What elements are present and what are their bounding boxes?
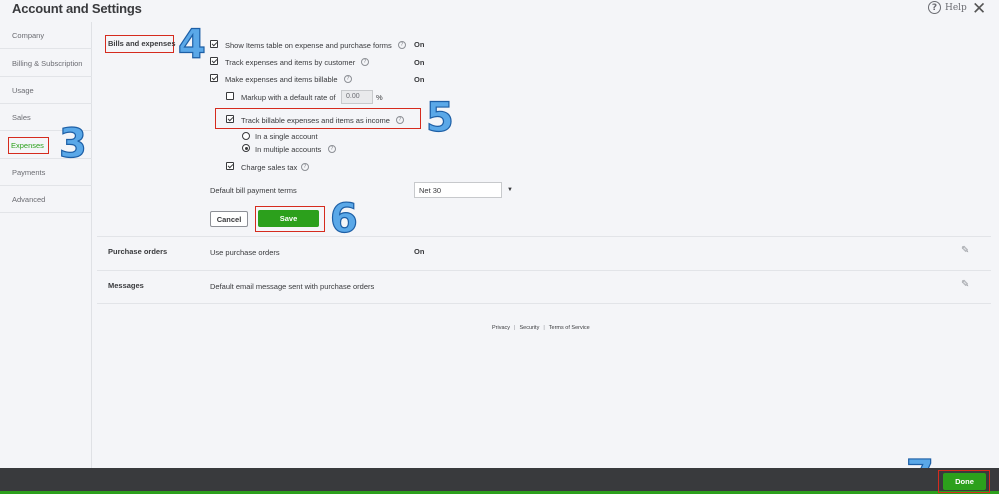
settings-sidebar: Company Billing & Subscription Usage Sal… [0,22,92,468]
multiple-accounts-label: In multiple accounts [255,145,322,154]
settings-main-panel: Bills and expenses Show Items table on e… [93,22,999,468]
pencil-edit-icon[interactable]: ✎ [961,279,969,290]
show-items-table-checkbox[interactable] [210,40,218,48]
help-question-icon[interactable]: ? [344,75,352,83]
markup-rate-input[interactable]: 0.00 [341,90,373,104]
close-icon[interactable]: ✕ [972,0,986,19]
section-label-bills-expenses: Bills and expenses [108,39,176,48]
sidebar-item-label: Advanced [12,194,46,204]
markup-checkbox[interactable] [226,92,234,100]
markup-label: Markup with a default rate of [241,93,336,102]
payment-terms-label: Default bill payment terms [210,186,297,195]
sidebar-item-billing-subscription[interactable]: Billing & Subscription [0,50,92,77]
cancel-button[interactable]: Cancel [210,211,248,227]
divider [97,303,991,304]
save-button[interactable]: Save [258,210,319,227]
page-title: Account and Settings [12,1,142,16]
help-question-icon[interactable]: ? [328,145,336,153]
footer-separator: | [514,325,516,331]
divider [97,270,991,271]
sales-tax-checkbox[interactable] [226,162,234,170]
bottom-action-bar: Done [0,468,999,494]
track-by-customer-label: Track expenses and items by customer [225,58,356,67]
sidebar-item-company[interactable]: Company [0,22,92,49]
make-billable-checkbox[interactable] [210,74,218,82]
multiple-accounts-radio[interactable] [242,144,250,152]
sidebar-item-label: Sales [12,112,31,122]
footer-separator: | [543,325,545,331]
sidebar-item-label: Expenses [8,136,49,154]
title-bar: Account and Settings ? Help ✕ [0,0,999,19]
single-account-label: In a single account [255,132,318,141]
section-label-purchase-orders: Purchase orders [108,247,168,256]
step-annotation-3: 3 [58,121,87,167]
single-account-radio[interactable] [242,132,250,140]
terms-link[interactable]: Terms of Service [549,325,590,331]
help-question-icon[interactable]: ? [396,116,404,124]
status-on: On [414,247,425,256]
pencil-edit-icon[interactable]: ✎ [961,245,969,256]
sidebar-item-label: Billing & Subscription [12,58,83,68]
show-items-table-label: Show Items table on expense and purchase… [225,41,392,50]
help-link[interactable]: ? Help [928,1,967,14]
sidebar-item-label: Payments [12,167,46,177]
help-question-icon[interactable]: ? [301,163,309,171]
make-billable-label: Make expenses and items billable [225,75,338,84]
sidebar-item-label: Company [12,30,45,40]
status-on: On [414,58,425,67]
track-by-customer-checkbox[interactable] [210,57,218,65]
track-as-income-label: Track billable expenses and items as inc… [241,116,390,125]
default-email-message-label: Default email message sent with purchase… [210,282,375,291]
use-purchase-orders-label: Use purchase orders [210,248,280,257]
payment-terms-select[interactable]: Net 30 [414,182,502,198]
help-label: Help [945,2,967,13]
divider [97,236,991,237]
step-annotation-6: 6 [329,196,358,242]
status-on: On [414,40,425,49]
percent-sign: % [376,93,383,102]
sales-tax-label: Charge sales tax [241,163,298,172]
done-button[interactable]: Done [943,473,986,490]
help-icon: ? [928,1,941,14]
sidebar-item-label: Usage [12,85,34,95]
help-question-icon[interactable]: ? [398,41,406,49]
security-link[interactable]: Security [519,325,539,331]
track-as-income-checkbox[interactable] [226,115,234,123]
chevron-down-icon[interactable]: ▼ [507,187,513,193]
sidebar-item-advanced[interactable]: Advanced [0,186,92,213]
status-on: On [414,75,425,84]
sidebar-item-usage[interactable]: Usage [0,77,92,104]
footer-links: Privacy | Security | Terms of Service [492,325,590,331]
privacy-link[interactable]: Privacy [492,325,510,331]
section-label-messages: Messages [108,281,144,290]
step-annotation-5: 5 [425,95,454,141]
help-question-icon[interactable]: ? [361,58,369,66]
step-annotation-4: 4 [177,22,206,68]
